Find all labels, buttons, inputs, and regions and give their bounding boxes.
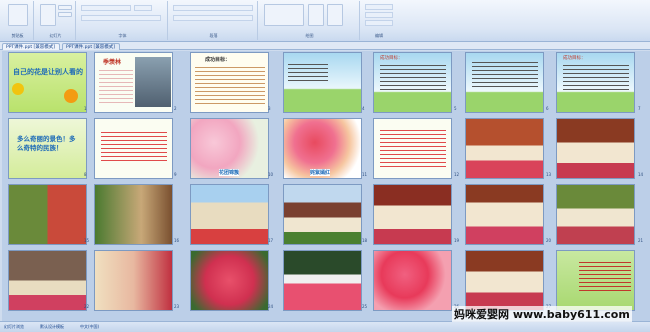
slide-number-10: 10 [268,172,274,177]
slides-label: 幻灯片 [49,33,62,38]
slide-sorter[interactable]: 自己的花是让别人看的 1 季羡林 2 成功目标： 3 4 成功目标： 5 6 成… [2,51,650,321]
align-row[interactable] [173,15,253,21]
slide-thumbnail-8[interactable]: 多么奇丽的景色！多么奇特的民族！ [8,118,87,179]
arrange-button[interactable] [308,4,324,26]
status-bar: 幻灯片浏览 默认设计模板 中文(中国) [0,321,650,332]
slide-5-title: 成功目标： [380,56,403,61]
slide-thumbnail-12[interactable] [373,118,452,179]
slide-number-7: 7 [638,106,641,111]
slides-group: 幻灯片 [36,1,76,40]
clipboard-group: 剪贴板 [2,1,34,40]
slide-number-23: 23 [174,304,180,309]
slide-number-5: 5 [454,106,457,111]
slide-thumbnail-21[interactable] [556,184,635,245]
paragraph-group: 段落 [170,1,258,40]
slide-thumbnail-9[interactable] [94,118,173,179]
shapes-gallery[interactable] [264,4,304,26]
view-status: 幻灯片浏览 [4,324,24,329]
slide-number-15: 15 [84,238,90,243]
list-row[interactable] [173,5,253,11]
slide-thumbnail-4[interactable] [283,52,362,113]
slide-thumbnail-10[interactable]: 花团锦簇 [190,118,269,179]
slide-8-title: 多么奇丽的景色！多么奇特的民族！ [17,135,76,152]
slide-number-6: 6 [546,106,549,111]
slide-number-19: 19 [454,238,460,243]
document-tabs: PPT课件.ppt [兼容模式] PPT课件.ppt [兼容模式] [0,42,650,50]
slide-number-22: 22 [84,304,90,309]
slide-number-16: 16 [174,238,180,243]
slide-1-title: 自己的花是让别人看的 [13,68,83,76]
slide-thumbnail-19[interactable] [373,184,452,245]
slide-thumbnail-16[interactable] [94,184,173,245]
select-button[interactable] [365,20,393,26]
new-slide-button[interactable] [40,4,56,26]
slide-number-3: 3 [268,106,271,111]
slide-number-12: 12 [454,172,460,177]
slide-thumbnail-24[interactable] [190,250,269,311]
slide-number-25: 25 [362,304,368,309]
editing-group: 编辑 [362,1,396,40]
slide-number-1: 1 [84,106,87,111]
drawing-group: 绘图 [260,1,360,40]
tab-document-2[interactable]: PPT课件.ppt [兼容模式] [62,43,120,50]
slide-number-13: 13 [546,172,552,177]
font-size-box[interactable] [134,5,152,11]
slide-thumbnail-15[interactable] [8,184,87,245]
replace-button[interactable] [365,12,393,18]
font-name-box[interactable] [81,5,131,11]
slide-thumbnail-17[interactable] [190,184,269,245]
quick-styles-button[interactable] [327,4,343,26]
slide-11-title: 姹紫嫣红 [310,169,331,176]
slide-thumbnail-11[interactable]: 姹紫嫣红 [283,118,362,179]
slide-number-8: 8 [84,172,87,177]
font-format-row[interactable] [81,15,161,21]
portrait-photo [135,57,171,107]
find-button[interactable] [365,4,393,10]
slide-7-title: 成功目标： [563,56,586,61]
slide-thumbnail-1[interactable]: 自己的花是让别人看的 [8,52,87,113]
slide-number-14: 14 [638,172,644,177]
slide-thumbnail-26[interactable] [373,250,452,311]
ribbon: 剪贴板 幻灯片 字体 段落 绘图 编辑 [0,0,650,42]
reset-button[interactable] [58,12,72,17]
slide-thumbnail-13[interactable] [465,118,544,179]
editing-label: 编辑 [375,33,383,38]
slide-number-2: 2 [174,106,177,111]
slide-number-20: 20 [546,238,552,243]
slide-number-24: 24 [268,304,274,309]
theme-status: 默认设计模板 [40,324,64,329]
slide-thumbnail-2[interactable]: 季羡林 [94,52,173,113]
tab-document-1[interactable]: PPT课件.ppt [兼容模式] [2,43,60,50]
language-status: 中文(中国) [80,324,100,329]
slide-thumbnail-6[interactable] [465,52,544,113]
slide-thumbnail-14[interactable] [556,118,635,179]
slide-thumbnail-25[interactable] [283,250,362,311]
slide-number-18: 18 [362,238,368,243]
slide-2-title: 季羡林 [103,59,122,66]
font-label: 字体 [118,33,127,38]
slide-thumbnail-7[interactable]: 成功目标： [556,52,635,113]
paste-button[interactable] [8,4,28,26]
slide-10-title: 花团锦簇 [219,169,240,176]
slide-thumbnail-5[interactable]: 成功目标： [373,52,452,113]
paragraph-label: 段落 [209,33,218,38]
slide-thumbnail-23[interactable] [94,250,173,311]
slide-thumbnail-28[interactable] [556,250,635,311]
slide-number-11: 11 [362,172,368,177]
slide-thumbnail-3[interactable]: 成功目标： [190,52,269,113]
clipboard-label: 剪贴板 [11,33,24,38]
watermark: 妈咪爱婴网 www.baby611.com [452,306,632,322]
slide-thumbnail-18[interactable] [283,184,362,245]
slide-thumbnail-22[interactable] [8,250,87,311]
font-group: 字体 [78,1,168,40]
slide-number-17: 17 [268,238,274,243]
slide-thumbnail-27[interactable] [465,250,544,311]
slide-number-4: 4 [362,106,365,111]
layout-button[interactable] [58,5,72,10]
slide-3-title: 成功目标： [205,57,231,63]
slide-number-21: 21 [638,238,644,243]
slide-thumbnail-20[interactable] [465,184,544,245]
drawing-label: 绘图 [305,33,314,38]
slide-number-9: 9 [174,172,177,177]
